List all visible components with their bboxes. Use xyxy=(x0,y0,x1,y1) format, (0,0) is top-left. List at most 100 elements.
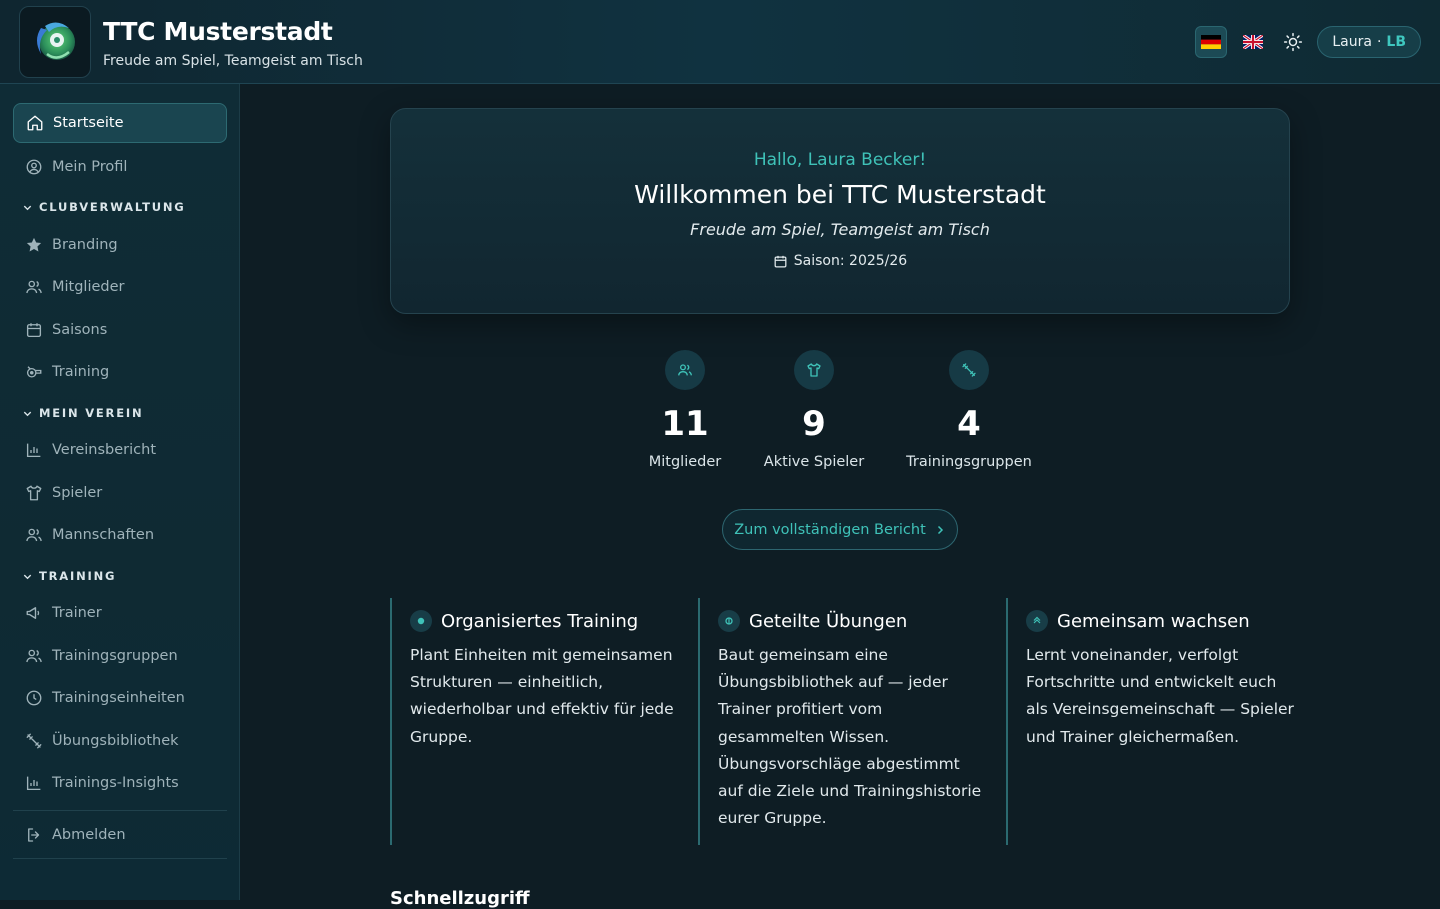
sun-icon xyxy=(1284,32,1303,52)
stat-icon-wrapper xyxy=(665,350,705,390)
feature-title: Organisiertes Training xyxy=(441,610,639,632)
stat-icon-wrapper xyxy=(949,350,989,390)
section-title: CLUBVERWALTUNG xyxy=(39,200,186,214)
club-motto: Freude am Spiel, Teamgeist am Tisch xyxy=(690,220,990,239)
share-icon xyxy=(718,610,740,632)
sidebar-item-mannschaften[interactable]: Mannschaften xyxy=(13,515,227,555)
growth-icon xyxy=(1026,610,1048,632)
sidebar-item-label: Branding xyxy=(52,237,118,253)
users-icon xyxy=(678,364,692,376)
target-icon xyxy=(410,610,432,632)
chevron-down-icon xyxy=(23,574,32,579)
language-en-button[interactable] xyxy=(1237,26,1269,58)
sidebar-item-label: Trainer xyxy=(52,605,102,621)
users-icon xyxy=(26,280,42,294)
sidebar-item-trainer[interactable]: Trainer xyxy=(13,593,227,633)
chevron-down-icon xyxy=(23,205,32,210)
sidebar-item-label: Vereinsbericht xyxy=(52,442,157,458)
quick-access-heading: Schnellzugriff xyxy=(390,888,530,909)
shirt-icon xyxy=(26,485,42,501)
chevron-right-icon xyxy=(937,525,943,534)
section-title: MEIN VEREIN xyxy=(39,406,144,420)
welcome-title: Willkommen bei TTC Musterstadt xyxy=(634,180,1046,209)
dumbbell-icon xyxy=(26,733,42,749)
sidebar-item-label: Mannschaften xyxy=(52,527,155,543)
stat-value: 4 xyxy=(957,404,981,444)
feature-heading: Geteilte Übungen xyxy=(718,610,998,632)
feature-title: Geteilte Übungen xyxy=(749,610,908,632)
profile-icon xyxy=(26,159,42,175)
whistle-icon xyxy=(26,366,42,378)
sidebar-item-label: Übungsbibliothek xyxy=(52,733,179,749)
app-header: TTC Musterstadt Freude am Spiel, Teamgei… xyxy=(0,0,1440,84)
clock-icon xyxy=(26,690,42,706)
users-icon xyxy=(26,649,42,663)
full-report-button[interactable]: Zum vollständigen Bericht xyxy=(722,509,958,550)
season-info: Saison: 2025/26 xyxy=(391,253,1289,269)
sidebar-item-label: Startseite xyxy=(53,115,124,131)
logout-button[interactable]: Abmelden xyxy=(13,815,227,855)
sidebar-item-trainings-insights[interactable]: Trainings-Insights xyxy=(13,763,227,803)
sidebar-item-label: Trainingseinheiten xyxy=(52,690,185,706)
sidebar-item-label: Spieler xyxy=(52,485,103,501)
stat-trainingsgruppen: 4 Trainingsgruppen xyxy=(889,350,1049,470)
section-training-toggle[interactable]: TRAINING xyxy=(22,569,116,583)
sidebar-divider xyxy=(13,858,227,859)
user-initials: LB xyxy=(1386,34,1406,50)
header-actions: Laura · LB xyxy=(1195,26,1421,58)
sidebar-item-uebungsbibliothek[interactable]: Übungsbibliothek xyxy=(13,721,227,761)
club-logo[interactable] xyxy=(19,6,91,78)
sidebar-item-label: Mein Profil xyxy=(52,159,128,175)
feature-geteilte-uebungen: Geteilte Übungen Baut gemeinsam eine Übu… xyxy=(698,598,998,845)
sidebar-item-label: Mitglieder xyxy=(52,279,125,295)
user-menu-button[interactable]: Laura · LB xyxy=(1317,26,1421,58)
sidebar-item-training[interactable]: Training xyxy=(13,352,227,392)
shirt-icon xyxy=(807,363,821,377)
welcome-card: Hallo, Laura Becker! Willkommen bei TTC … xyxy=(390,108,1290,314)
stat-value: 9 xyxy=(802,404,826,444)
club-logo-icon xyxy=(37,22,75,60)
feature-description: Baut gemeinsam eine Übungsbibliothek auf… xyxy=(718,646,982,828)
sidebar-item-mein-profil[interactable]: Mein Profil xyxy=(13,147,227,187)
section-clubverwaltung-toggle[interactable]: CLUBVERWALTUNG xyxy=(22,200,186,214)
bar-chart-icon xyxy=(26,443,41,458)
sidebar-divider xyxy=(13,810,227,811)
user-name: Laura xyxy=(1332,34,1372,50)
season-label: Saison: 2025/26 xyxy=(793,253,908,269)
theme-toggle-button[interactable] xyxy=(1279,28,1307,56)
dumbbell-icon xyxy=(962,363,976,377)
feature-description: Lernt voneinander, verfolgt Fortschritte… xyxy=(1026,646,1294,746)
sidebar-item-spieler[interactable]: Spieler xyxy=(13,473,227,513)
feature-description: Plant Einheiten mit gemeinsamen Struktur… xyxy=(410,646,674,746)
sidebar-item-trainingseinheiten[interactable]: Trainingseinheiten xyxy=(13,678,227,718)
section-mein-verein-toggle[interactable]: MEIN VEREIN xyxy=(22,406,143,420)
language-de-button[interactable] xyxy=(1195,26,1228,58)
sidebar-item-label: Saisons xyxy=(52,322,108,338)
logout-icon xyxy=(28,828,40,842)
full-report-label: Zum vollständigen Bericht xyxy=(734,521,926,538)
stat-label: Trainingsgruppen xyxy=(906,453,1032,470)
feature-organisiertes-training: Organisiertes Training Plant Einheiten m… xyxy=(390,598,690,845)
home-icon xyxy=(27,115,43,131)
bar-chart-icon xyxy=(26,776,41,791)
chevron-down-icon xyxy=(23,411,32,416)
user-separator: · xyxy=(1376,34,1382,50)
sidebar-item-mitglieder[interactable]: Mitglieder xyxy=(13,267,227,307)
sidebar-item-branding[interactable]: Branding xyxy=(13,225,227,265)
calendar-icon xyxy=(26,323,42,338)
club-tagline: Freude am Spiel, Teamgeist am Tisch xyxy=(103,53,363,69)
sidebar-item-vereinsbericht[interactable]: Vereinsbericht xyxy=(13,430,227,470)
feature-heading: Gemeinsam wachsen xyxy=(1026,610,1306,632)
sidebar-item-startseite[interactable]: Startseite xyxy=(13,103,227,143)
uk-flag-icon xyxy=(1243,35,1264,49)
megaphone-icon xyxy=(26,607,40,619)
sidebar-item-saisons[interactable]: Saisons xyxy=(13,310,227,350)
german-flag-icon xyxy=(1201,35,1222,49)
stat-aktive-spieler: 9 Aktive Spieler xyxy=(734,350,894,470)
sidebar-item-trainingsgruppen[interactable]: Trainingsgruppen xyxy=(13,636,227,676)
star-icon xyxy=(26,237,42,252)
sidebar-item-label: Abmelden xyxy=(52,827,126,843)
feature-title: Gemeinsam wachsen xyxy=(1057,610,1250,632)
section-title: TRAINING xyxy=(39,569,117,583)
stat-icon-wrapper xyxy=(794,350,834,390)
